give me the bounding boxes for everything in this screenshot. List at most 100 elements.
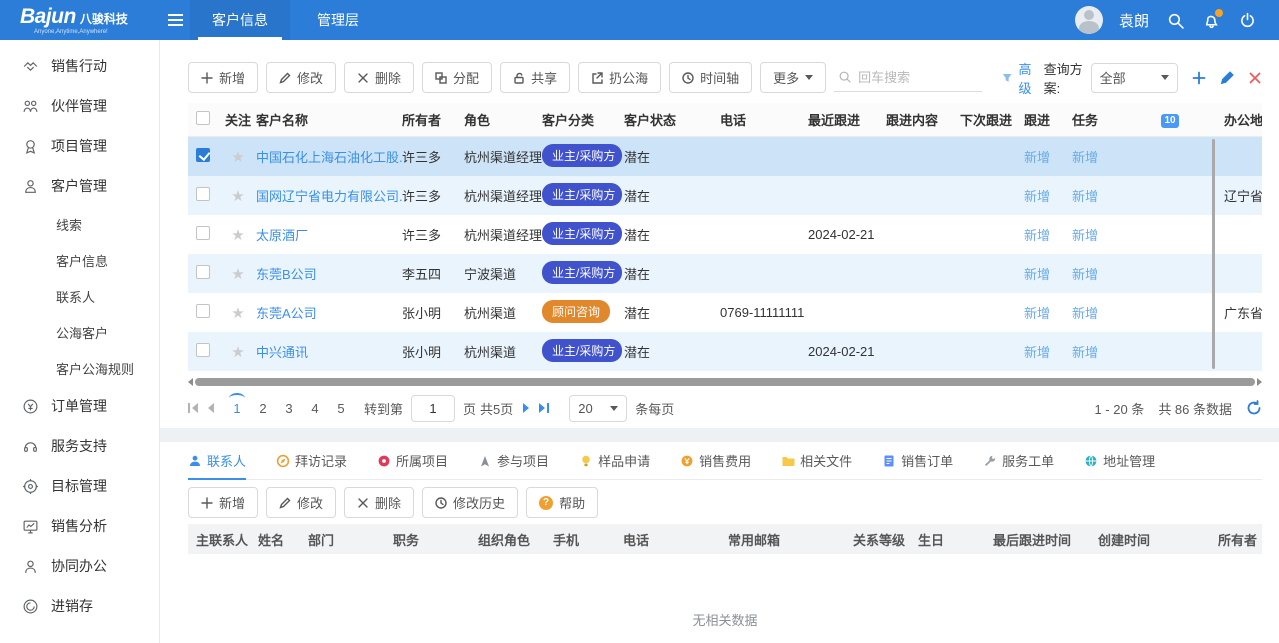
scroll-right-arrow[interactable] [1257, 378, 1262, 386]
help-button[interactable]: ? 帮助 [526, 487, 598, 518]
edit-history-button[interactable]: 修改历史 [422, 487, 518, 518]
search-input[interactable] [858, 70, 978, 85]
edit-button[interactable]: 修改 [266, 62, 336, 93]
star-icon[interactable]: ★ [231, 305, 244, 322]
share-button[interactable]: 共享 [500, 62, 570, 93]
customer-name-link[interactable]: 东莞A公司 [256, 306, 317, 321]
notification-bell-icon[interactable] [1201, 10, 1221, 30]
next-page-button[interactable] [523, 403, 529, 413]
star-icon[interactable]: ★ [231, 188, 244, 205]
tab-visit-records[interactable]: 拜访记录 [276, 442, 347, 480]
assign-button[interactable]: 分配 [422, 62, 492, 93]
add-task-link[interactable]: 新增 [1072, 306, 1098, 321]
add-query-scheme-icon[interactable] [1192, 71, 1206, 85]
top-tab-management[interactable]: 管理层 [290, 0, 386, 40]
detail-edit-button[interactable]: 修改 [266, 487, 336, 518]
goto-page-input[interactable] [411, 395, 455, 422]
prev-page-button[interactable] [208, 403, 214, 413]
hamburger-menu-icon[interactable] [160, 0, 190, 40]
sidebar-subitem-public-sea[interactable]: 公海客户 [0, 314, 159, 350]
customer-name-link[interactable]: 中兴通讯 [256, 345, 308, 360]
add-follow-link[interactable]: 新增 [1024, 345, 1050, 360]
edit-query-scheme-icon[interactable] [1220, 71, 1234, 85]
add-task-link[interactable]: 新增 [1072, 228, 1098, 243]
table-row[interactable]: ★ 东莞B公司 李五四 宁波渠道 业主/采购方 潜在 新增 新增 [188, 254, 1262, 293]
add-follow-link[interactable]: 新增 [1024, 267, 1050, 282]
row-checkbox[interactable] [196, 304, 210, 318]
user-avatar[interactable] [1075, 6, 1103, 34]
delete-button[interactable]: 删除 [344, 62, 414, 93]
page-size-select[interactable]: 20 [569, 395, 627, 422]
customer-name-link[interactable]: 中国石化上海石油化工股... [256, 150, 402, 165]
row-checkbox[interactable] [196, 265, 210, 279]
tab-joined-projects[interactable]: 参与项目 [478, 442, 549, 480]
sidebar-item-target-mgmt[interactable]: 目标管理 [0, 466, 159, 506]
table-row[interactable]: ★ 中兴通讯 张小明 杭州渠道 业主/采购方 潜在 2024-02-21 新增 … [188, 332, 1262, 371]
table-row[interactable]: ★ 东莞A公司 张小明 杭州渠道 顾问咨询 潜在 0769-11111111 新… [188, 293, 1262, 332]
customer-name-link[interactable]: 国网辽宁省电力有限公司... [256, 189, 402, 204]
sidebar-item-order-mgmt[interactable]: 订单管理 [0, 386, 159, 426]
power-icon[interactable] [1237, 10, 1257, 30]
row-checkbox[interactable] [196, 226, 210, 240]
delete-query-scheme-icon[interactable] [1248, 71, 1262, 85]
add-task-link[interactable]: 新增 [1072, 267, 1098, 282]
scrollbar-thumb[interactable] [195, 378, 1255, 386]
row-checkbox[interactable] [196, 148, 210, 162]
tab-service-tickets[interactable]: 服务工单 [983, 442, 1054, 480]
sidebar-subitem-customer-info[interactable]: 客户信息 [0, 242, 159, 278]
sidebar-subitem-contacts[interactable]: 联系人 [0, 278, 159, 314]
detail-add-button[interactable]: 新增 [188, 487, 258, 518]
star-icon[interactable]: ★ [231, 149, 244, 166]
star-icon[interactable]: ★ [231, 344, 244, 361]
table-row[interactable]: ★ 国网辽宁省电力有限公司... 许三多 杭州渠道经理 业主/采购方 潜在 新增… [188, 176, 1262, 215]
sidebar-subitem-public-sea-rules[interactable]: 客户公海规则 [0, 350, 159, 386]
sidebar-item-coworking[interactable]: 协同办公 [0, 546, 159, 586]
tab-sales-orders[interactable]: 销售订单 [882, 442, 953, 480]
tab-sales-expense[interactable]: 销售费用 [680, 442, 751, 480]
add-follow-link[interactable]: 新增 [1024, 150, 1050, 165]
last-page-button[interactable] [539, 403, 549, 413]
top-tab-customer-info[interactable]: 客户信息 [190, 0, 290, 40]
star-icon[interactable]: ★ [231, 227, 244, 244]
sidebar-item-customer-mgmt[interactable]: 客户管理 [0, 166, 159, 206]
row-checkbox[interactable] [196, 187, 210, 201]
star-icon[interactable]: ★ [231, 266, 244, 283]
search-icon[interactable] [1165, 10, 1185, 30]
tab-related-files[interactable]: 相关文件 [781, 442, 852, 480]
table-row[interactable]: ★ 太原酒厂 许三多 杭州渠道经理 业主/采购方 潜在 2024-02-21 新… [188, 215, 1262, 254]
first-page-button[interactable] [188, 403, 198, 413]
page-number-2[interactable]: 2 [250, 401, 276, 416]
more-button[interactable]: 更多 [760, 62, 826, 93]
tab-owned-projects[interactable]: 所属项目 [377, 442, 448, 480]
tab-address-mgmt[interactable]: 地址管理 [1084, 442, 1155, 480]
select-all-checkbox[interactable] [196, 111, 210, 125]
sidebar-item-sales-analytics[interactable]: 销售分析 [0, 506, 159, 546]
filter-funnel-icon[interactable] [1002, 71, 1012, 85]
sidebar-item-sales-action[interactable]: 销售行动 [0, 46, 159, 86]
timeline-button[interactable]: 时间轴 [669, 62, 752, 93]
customer-name-link[interactable]: 东莞B公司 [256, 267, 317, 282]
page-number-4[interactable]: 4 [302, 401, 328, 416]
table-row[interactable]: ★ 中国石化上海石油化工股... 许三多 杭州渠道经理 业主/采购方 潜在 新增… [188, 137, 1262, 176]
row-checkbox[interactable] [196, 343, 210, 357]
customer-name-link[interactable]: 太原酒厂 [256, 228, 308, 243]
query-scheme-select[interactable]: 全部 [1091, 63, 1178, 93]
sidebar-item-service-support[interactable]: 服务支持 [0, 426, 159, 466]
horizontal-scrollbar[interactable] [188, 377, 1262, 387]
add-task-link[interactable]: 新增 [1072, 345, 1098, 360]
sidebar-item-partner-mgmt[interactable]: 伙伴管理 [0, 86, 159, 126]
scroll-left-arrow[interactable] [188, 378, 193, 386]
add-follow-link[interactable]: 新增 [1024, 306, 1050, 321]
refresh-icon[interactable] [1246, 400, 1262, 416]
detail-delete-button[interactable]: 删除 [344, 487, 414, 518]
advanced-filter-link[interactable]: 高级 [1018, 59, 1037, 97]
sidebar-item-inventory[interactable]: 进销存 [0, 586, 159, 626]
page-number-3[interactable]: 3 [276, 401, 302, 416]
sidebar-item-project-mgmt[interactable]: 项目管理 [0, 126, 159, 166]
throw-public-sea-button[interactable]: 扔公海 [578, 62, 661, 93]
vertical-scrollbar[interactable] [1212, 139, 1215, 369]
add-button[interactable]: 新增 [188, 62, 258, 93]
tab-contacts[interactable]: 联系人 [188, 442, 246, 480]
tab-sample-request[interactable]: 样品申请 [579, 442, 650, 480]
page-number-1[interactable]: 1 [224, 401, 250, 416]
